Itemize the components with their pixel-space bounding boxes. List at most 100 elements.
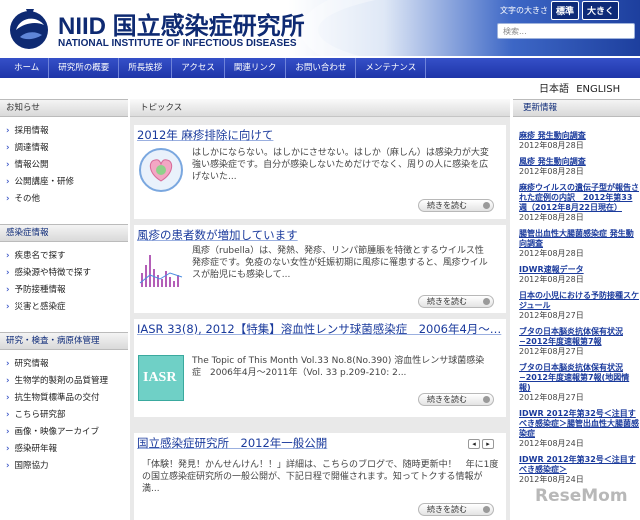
sidebar-item-lectures[interactable]: 公開講座・研修 (6, 174, 128, 191)
sidebar-item-archive[interactable]: 画像・映像アーカイブ (6, 424, 128, 441)
topics-panel: トピックス 2012年 麻疹排除に向けて はしかにならない。はしかにさせない。は… (130, 99, 510, 520)
update-date: 2012年08月24日 (519, 439, 584, 448)
article-pager: ◂ ▸ (468, 439, 494, 449)
update-link[interactable]: IDWR速報データ (519, 265, 640, 275)
updates-list: 麻疹 発生動向調査 2012年08月28日 風疹 発生動向調査 2012年08月… (513, 117, 640, 485)
language-switch: 日本語 ENGLISH (535, 80, 620, 95)
update-item: 麻疹ウイルスの遺伝子型が報告された症例の内訳 2012年第33週（2012年8月… (519, 183, 640, 223)
update-item: IDWR速報データ 2012年08月28日 (519, 265, 640, 285)
update-date: 2012年08月27日 (519, 311, 584, 320)
update-item: 風疹 発生動向調査 2012年08月28日 (519, 157, 640, 177)
site-header: NIID 国立感染症研究所 NATIONAL INSTITUTE OF INFE… (0, 0, 640, 56)
sidebar-item-procurement[interactable]: 調達情報 (6, 140, 128, 157)
main-nav: ホーム 研究所の概要 所長挨拶 アクセス 関連リンク お問い合わせ メンテナンス (0, 58, 640, 78)
article-summary: 風疹（rubella）は、発熱、発疹、リンパ節腫脹を特徴とするウイルス性発疹症で… (192, 246, 488, 280)
article-title[interactable]: IASR 33(8), 2012【特集】溶血性レンサ球菌感染症 2006年4月〜… (137, 321, 501, 337)
search-input[interactable]: 検索... (497, 23, 635, 39)
site-title[interactable]: NIID 国立感染症研究所 (58, 6, 305, 41)
left-sidebar: お知らせ 採用情報 調達情報 情報公開 公開講座・研修 その他 感染症情報 疾患… (0, 99, 128, 520)
update-link[interactable]: IDWR 2012年第32号＜注目すべき感染症＞腸管出血性大腸菌感染症 (519, 409, 640, 439)
update-link[interactable]: 風疹 発生動向調査 (519, 157, 640, 167)
update-link[interactable]: 日本の小児における予防接種スケジュール (519, 291, 640, 311)
disease-list: 疾患名で探す 感染源や特徴で探す 予防接種情報 災害と感染症 (0, 242, 128, 324)
research-list: 研究情報 生物学的製剤の品質管理 抗生物質標準品の交付 こちら研究部 画像・映像… (0, 350, 128, 483)
update-item: 麻疹 発生動向調査 2012年08月28日 (519, 131, 640, 151)
sidebar-item-annual-report[interactable]: 感染研年報 (6, 441, 128, 458)
sidebar-item-by-source[interactable]: 感染源や特徴で探す (6, 265, 128, 282)
update-link[interactable]: ブタの日本脳炎抗体保有状況 −2012年度速報第7報 (519, 327, 640, 347)
update-date: 2012年08月27日 (519, 393, 584, 402)
niid-logo-icon[interactable] (6, 5, 52, 51)
measles-heart-thumbnail[interactable] (138, 147, 184, 193)
iasr-thumbnail[interactable]: IASR (138, 355, 184, 401)
article-title[interactable]: 風疹の患者数が増加しています (137, 227, 298, 243)
research-heading: 研究・検査・病原体管理 (0, 332, 128, 350)
topics-heading: トピックス (130, 99, 510, 117)
article-summary: はしかにならない。はしかにさせない。はしか（麻しん）は感染力が大変強い感染症です… (192, 148, 489, 182)
font-large-button[interactable]: 大きく (582, 1, 620, 20)
update-item: IDWR 2012年第32号＜注目すべき感染症＞腸管出血性大腸菌感染症 2012… (519, 409, 640, 449)
sidebar-item-research[interactable]: 研究情報 (6, 356, 128, 373)
update-link[interactable]: 麻疹ウイルスの遺伝子型が報告された症例の内訳 2012年第33週（2012年8月… (519, 183, 640, 213)
sidebar-item-international[interactable]: 国際協力 (6, 458, 128, 475)
font-size-controls: 文字の大きさ 標準 大きく (500, 1, 620, 20)
update-date: 2012年08月28日 (519, 275, 584, 284)
rubella-chart-thumbnail[interactable] (138, 245, 184, 291)
update-item: 日本の小児における予防接種スケジュール 2012年08月27日 (519, 291, 640, 321)
article-title[interactable]: 2012年 麻疹排除に向けて (137, 127, 273, 143)
article-summary: 「体験！発見！かんせんけん！！」詳細は、こちらのブログで、随時更新中！ 年に1度… (142, 460, 499, 494)
update-link[interactable]: 麻疹 発生動向調査 (519, 131, 640, 141)
sidebar-item-antibiotics[interactable]: 抗生物質標準品の交付 (6, 390, 128, 407)
read-more-button[interactable]: 続きを読む (418, 503, 494, 516)
sidebar-item-quality[interactable]: 生物学的製剤の品質管理 (6, 373, 128, 390)
update-date: 2012年08月24日 (519, 475, 584, 484)
pager-prev-button[interactable]: ◂ (468, 439, 480, 449)
sidebar-item-by-name[interactable]: 疾患名で探す (6, 248, 128, 265)
nav-greeting[interactable]: 所長挨拶 (119, 58, 173, 78)
sidebar-item-disclosure[interactable]: 情報公開 (6, 157, 128, 174)
read-more-button[interactable]: 続きを読む (418, 393, 494, 406)
update-link[interactable]: 腸管出血性大腸菌感染症 発生動向調査 (519, 229, 640, 249)
topic-article: 風疹の患者数が増加しています 風疹（rubella）は、発熱、発疹、リンパ節腫脹… (134, 225, 506, 313)
article-summary: The Topic of This Month Vol.33 No.8(No.3… (192, 356, 485, 378)
topic-article: 国立感染症研究所 2012年一般公開 ◂ ▸ 「体験！発見！かんせんけん！！」詳… (134, 433, 506, 520)
news-list: 採用情報 調達情報 情報公開 公開講座・研修 その他 (0, 117, 128, 216)
update-link[interactable]: IDWR 2012年第32号＜注目すべき感染症＞ (519, 455, 640, 475)
nav-home[interactable]: ホーム (0, 58, 50, 78)
update-date: 2012年08月28日 (519, 213, 584, 222)
font-size-label: 文字の大きさ (500, 6, 548, 15)
update-item: ブタの日本脳炎抗体保有状況 −2012年度速報第7報 2012年08月27日 (519, 327, 640, 357)
nav-contact[interactable]: お問い合わせ (286, 58, 357, 78)
sidebar-item-recruit[interactable]: 採用情報 (6, 123, 128, 140)
disease-heading: 感染症情報 (0, 224, 128, 242)
lang-english[interactable]: ENGLISH (576, 84, 620, 95)
nav-about[interactable]: 研究所の概要 (49, 58, 120, 78)
read-more-button[interactable]: 続きを読む (418, 295, 494, 308)
resemom-watermark: ReseMom (535, 486, 628, 506)
sidebar-item-disaster[interactable]: 災害と感染症 (6, 299, 128, 316)
iasr-thumbnail-label: IASR (143, 370, 177, 385)
update-date: 2012年08月27日 (519, 347, 584, 356)
nav-maintenance[interactable]: メンテナンス (356, 58, 427, 78)
nav-access[interactable]: アクセス (172, 58, 225, 78)
read-more-button[interactable]: 続きを読む (418, 199, 494, 212)
updates-heading: 更新情報 (513, 99, 640, 117)
topic-article: IASR 33(8), 2012【特集】溶血性レンサ球菌感染症 2006年4月〜… (134, 319, 506, 417)
sidebar-item-vaccination[interactable]: 予防接種情報 (6, 282, 128, 299)
sidebar-item-departments[interactable]: こちら研究部 (6, 407, 128, 424)
update-date: 2012年08月28日 (519, 249, 584, 258)
update-item: 腸管出血性大腸菌感染症 発生動向調査 2012年08月28日 (519, 229, 640, 259)
nav-links[interactable]: 関連リンク (225, 58, 287, 78)
sidebar-item-other[interactable]: その他 (6, 191, 128, 208)
updates-sidebar: 更新情報 麻疹 発生動向調査 2012年08月28日 風疹 発生動向調査 201… (513, 99, 640, 520)
article-title[interactable]: 国立感染症研究所 2012年一般公開 (137, 435, 327, 451)
font-standard-button[interactable]: 標準 (551, 1, 580, 20)
update-item: IDWR 2012年第32号＜注目すべき感染症＞ 2012年08月24日 (519, 455, 640, 485)
lang-japanese[interactable]: 日本語 (539, 84, 569, 95)
update-link[interactable]: ブタの日本脳炎抗体保有状況 −2012年度速報第7報(地図情報) (519, 363, 640, 393)
pager-next-button[interactable]: ▸ (482, 439, 494, 449)
update-date: 2012年08月28日 (519, 167, 584, 176)
update-item: ブタの日本脳炎抗体保有状況 −2012年度速報第7報(地図情報) 2012年08… (519, 363, 640, 403)
site-subtitle: NATIONAL INSTITUTE OF INFECTIOUS DISEASE… (58, 38, 297, 49)
update-date: 2012年08月28日 (519, 141, 584, 150)
